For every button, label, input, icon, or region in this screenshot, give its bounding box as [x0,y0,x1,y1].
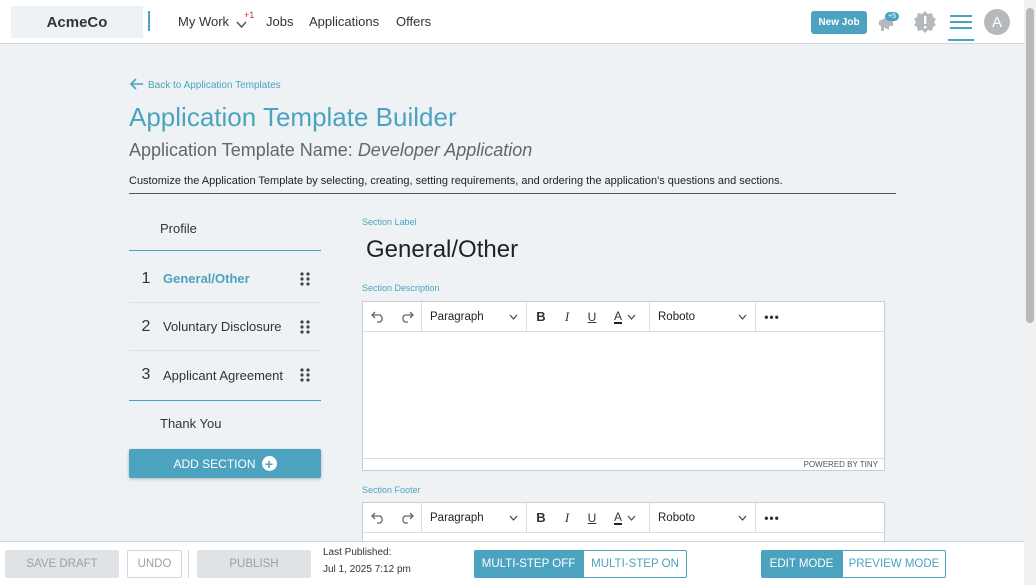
alert-badge-icon[interactable] [913,10,937,39]
bold-icon[interactable]: B [527,302,555,332]
page-title: Application Template Builder [129,102,457,132]
section-description-editor[interactable]: Paragraph B I U A Roboto ••• POWERED BY … [362,301,885,471]
preview-mode-toggle[interactable]: PREVIEW MODE [842,550,946,578]
notification-badge: +5 [885,12,899,21]
history-group [363,301,422,332]
back-link-label: Back to Application Templates [148,80,281,91]
redo-icon[interactable] [392,503,421,533]
chevron-down-icon [509,311,518,323]
section-item-general-other[interactable]: 1 General/Other [129,255,321,303]
chevron-down-icon [509,512,518,524]
chevron-down-icon [738,311,747,323]
add-section-button[interactable]: ADD SECTION + [129,449,321,478]
block-format-select[interactable]: Paragraph [422,503,527,533]
last-published-value: Jul 1, 2025 7:12 pm [323,564,411,575]
menu-active-underline [948,39,974,41]
template-name-label: Application Template Name: [129,140,353,160]
publish-button[interactable]: PUBLISH [197,550,311,578]
bottom-divider [188,550,189,578]
section-footer-caption: Section Footer [362,485,421,495]
text-color-icon[interactable]: A [605,503,645,533]
drag-handle-icon[interactable] [295,271,315,286]
nav-applications[interactable]: Applications [309,14,379,29]
font-family-value: Roboto [658,310,696,323]
font-family-value: Roboto [658,511,696,524]
add-section-label: ADD SECTION [173,456,256,471]
drag-handle-icon[interactable] [295,368,315,382]
chevron-down-icon [738,512,747,524]
scrollbar-thumb[interactable] [1026,8,1034,323]
text-format-group: B I U A [527,503,650,533]
section-label: General/Other [163,271,250,286]
editor-toolbar: Paragraph B I U A Roboto ••• [363,301,884,332]
redo-icon[interactable] [392,302,421,332]
template-name: Application Template Name: Developer App… [129,140,532,161]
last-published-label: Last Published: [323,547,392,558]
section-item-voluntary-disclosure[interactable]: 2 Voluntary Disclosure [129,303,321,351]
section-profile[interactable]: Profile [160,221,197,236]
bottom-action-bar: SAVE DRAFT UNDO PUBLISH Last Published: … [0,541,1024,585]
underline-icon[interactable]: U [579,302,605,332]
multi-step-off-toggle[interactable]: MULTI-STEP OFF [474,550,583,578]
edit-mode-toggle[interactable]: EDIT MODE [761,550,842,578]
section-label-input[interactable]: General/Other [366,236,518,264]
page-scrollbar[interactable] [1024,0,1036,585]
font-family-select[interactable]: Roboto [650,301,756,332]
hamburger-menu-icon[interactable] [950,14,972,35]
logo-divider [148,11,150,31]
drag-handle-icon[interactable] [295,319,315,334]
more-options-icon[interactable]: ••• [756,302,788,332]
save-draft-button[interactable]: SAVE DRAFT [5,550,119,578]
my-work-badge: +1 [244,10,255,20]
section-item-applicant-agreement[interactable]: 3 Applicant Agreement [129,351,321,399]
editor-content-area[interactable] [363,332,884,458]
italic-icon[interactable]: I [555,302,579,332]
multi-step-on-toggle[interactable]: MULTI-STEP ON [583,550,687,578]
page-description: Customize the Application Template by se… [129,175,783,187]
block-format-value: Paragraph [430,310,484,323]
section-number: 2 [141,317,151,335]
arrow-left-icon [129,78,144,93]
description-divider [129,193,896,194]
nav-jobs[interactable]: Jobs [266,14,293,29]
section-list-top-divider [129,250,321,251]
section-description-caption: Section Description [362,283,440,293]
section-label-caption: Section Label [362,217,417,227]
avatar[interactable]: A [984,9,1010,35]
section-label: Voluntary Disclosure [163,319,282,334]
underline-icon[interactable]: U [579,503,605,533]
back-to-templates-link[interactable]: Back to Application Templates [129,78,281,93]
font-family-select[interactable]: Roboto [650,503,756,533]
bold-icon[interactable]: B [527,503,555,533]
editor-powered-by: POWERED BY TINY [363,458,884,470]
nav-my-work[interactable]: My Work [178,14,229,29]
section-number: 1 [141,269,151,287]
italic-icon[interactable]: I [555,503,579,533]
section-list-bottom-divider [129,400,321,401]
more-options-icon[interactable]: ••• [756,503,788,533]
editor-toolbar: Paragraph B I U A Roboto ••• [363,503,884,533]
undo-icon[interactable] [363,302,392,332]
new-job-button[interactable]: New Job [811,11,867,34]
block-format-value: Paragraph [430,511,484,524]
logo[interactable]: AcmeCo [11,6,143,38]
block-format-select[interactable]: Paragraph [422,301,527,332]
section-footer-editor[interactable]: Paragraph B I U A Roboto ••• [362,502,885,542]
section-number: 3 [141,366,151,383]
plus-circle-icon: + [261,456,277,471]
top-navbar: AcmeCo My Work +1 Jobs Applications Offe… [0,0,1036,44]
text-format-group: B I U A [527,301,650,332]
section-label: Applicant Agreement [163,367,283,383]
undo-button[interactable]: UNDO [127,550,182,578]
undo-icon[interactable] [363,503,392,533]
section-thank-you[interactable]: Thank You [160,416,221,431]
history-group [363,503,422,533]
template-name-value: Developer Application [357,140,533,160]
nav-offers[interactable]: Offers [396,14,431,29]
text-color-icon[interactable]: A [605,302,645,332]
